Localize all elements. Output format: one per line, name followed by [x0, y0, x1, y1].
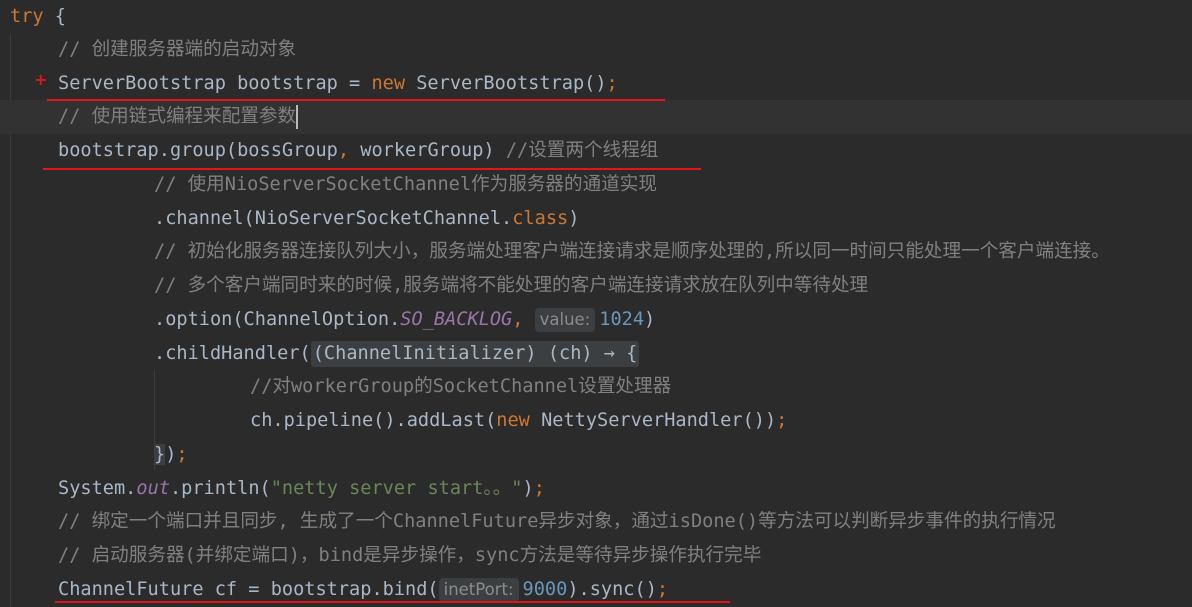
text-caret — [296, 104, 298, 129]
code-comment: // 绑定一个端口并且同步, 生成了一个ChannelFuture异步对象，通过… — [58, 511, 1056, 532]
code-token: ).sync() — [567, 579, 657, 600]
matched-brace: } — [154, 444, 166, 465]
code-keyword: ; — [606, 73, 618, 94]
code-comment: // 使用NioServerSocketChannel作为服务器的通道实现 — [154, 174, 657, 195]
parameter-hint: value: — [534, 308, 596, 332]
code-number: 9000 — [522, 579, 568, 600]
code-line[interactable]: }); — [0, 438, 1192, 472]
red-underline-annotation — [43, 168, 701, 170]
folded-lambda[interactable]: (ChannelInitializer) (ch) → { — [310, 341, 640, 367]
code-token: .println( — [169, 478, 271, 499]
code-comment: // 使用链式编程来配置参数 — [58, 106, 297, 127]
code-comment: // 启动服务器(并绑定端口)，bind是异步操作，sync方法是等待异步操作执… — [58, 545, 762, 566]
code-comment: //对workerGroup的SocketChannel设置处理器 — [250, 376, 672, 397]
code-token: ) — [165, 444, 177, 465]
code-token: ChannelFuture cf = bootstrap.bind( — [58, 579, 439, 600]
code-token: { — [43, 6, 66, 27]
code-line[interactable]: try { — [0, 0, 1192, 34]
code-number: 1024 — [599, 309, 645, 330]
code-token: workerGroup) — [349, 140, 506, 161]
code-line[interactable]: // 使用NioServerSocketChannel作为服务器的通道实现 — [0, 168, 1192, 202]
code-keyword: try — [10, 6, 44, 27]
code-token: NettyServerHandler()) — [529, 410, 777, 431]
code-line[interactable]: System.out.println("netty server start。。… — [0, 472, 1192, 506]
code-line[interactable]: bootstrap.group(bossGroup, workerGroup) … — [0, 134, 1192, 168]
code-comment: //设置两个线程组 — [505, 140, 659, 161]
code-line[interactable]: .channel(NioServerSocketChannel.class) — [0, 202, 1192, 236]
code-keyword: class — [512, 208, 569, 229]
gutter-plus-icon[interactable]: + — [34, 70, 47, 89]
code-token: System. — [58, 478, 137, 499]
code-line[interactable]: // 使用链式编程来配置参数 — [0, 100, 1192, 134]
code-keyword: , — [337, 140, 350, 161]
code-token: SO_BACKLOG — [400, 309, 513, 330]
code-line[interactable]: //对workerGroup的SocketChannel设置处理器 — [0, 370, 1192, 404]
code-token: bootstrap.group(bossGroup — [58, 140, 338, 161]
code-keyword: new — [371, 73, 406, 94]
code-keyword: new — [496, 410, 530, 431]
code-token: ch.pipeline().addLast( — [250, 410, 497, 431]
code-token: ) — [568, 208, 580, 229]
code-line[interactable]: ServerBootstrap bootstrap = new ServerBo… — [0, 67, 1192, 101]
code-keyword: ; — [176, 444, 188, 465]
code-string: "netty server start。。" — [270, 478, 523, 499]
code-line[interactable]: // 启动服务器(并绑定端口)，bind是异步操作，sync方法是等待异步操作执… — [0, 539, 1192, 573]
code-editor[interactable]: try { // 创建服务器端的启动对象 ServerBootstrap boots… — [0, 0, 1192, 607]
parameter-hint: inetPort: — [438, 578, 519, 602]
code-token: ServerBootstrap() — [405, 73, 607, 94]
red-underline-annotation — [47, 99, 665, 101]
code-token: ) — [644, 309, 656, 330]
code-token: out — [136, 478, 170, 499]
code-line[interactable]: // 多个客户端同时来的时候,服务端将不能处理的客户端连接请求放在队列中等待处理 — [0, 269, 1192, 303]
code-token: .channel(NioServerSocketChannel. — [154, 208, 513, 229]
code-keyword: ; — [656, 579, 669, 600]
code-line[interactable]: // 初始化服务器连接队列大小，服务端处理客户端连接请求是顺序处理的,所以同一时… — [0, 235, 1192, 269]
code-line[interactable]: ch.pipeline().addLast(new NettyServerHan… — [0, 404, 1192, 438]
code-token: .option(ChannelOption. — [154, 309, 401, 330]
code-keyword: ; — [533, 478, 545, 499]
red-underline-annotation — [55, 601, 730, 603]
code-line[interactable]: .option(ChannelOption.SO_BACKLOG, value:… — [0, 303, 1192, 337]
code-keyword: ; — [776, 410, 788, 431]
code-token: .childHandler( — [154, 343, 311, 364]
code-token: ServerBootstrap bootstrap = — [58, 73, 372, 94]
code-comment: // 多个客户端同时来的时候,服务端将不能处理的客户端连接请求放在队列中等待处理 — [154, 275, 869, 296]
code-token: ) — [522, 478, 534, 499]
code-comment: // 初始化服务器连接队列大小，服务端处理客户端连接请求是顺序处理的,所以同一时… — [154, 241, 1110, 262]
code-keyword: , — [512, 309, 535, 330]
code-comment: // 创建服务器端的启动对象 — [58, 39, 297, 60]
code-line[interactable]: .childHandler((ChannelInitializer) (ch) … — [0, 337, 1192, 371]
code-line[interactable]: // 创建服务器端的启动对象 — [0, 33, 1192, 67]
code-line[interactable]: // 绑定一个端口并且同步, 生成了一个ChannelFuture异步对象，通过… — [0, 505, 1192, 539]
